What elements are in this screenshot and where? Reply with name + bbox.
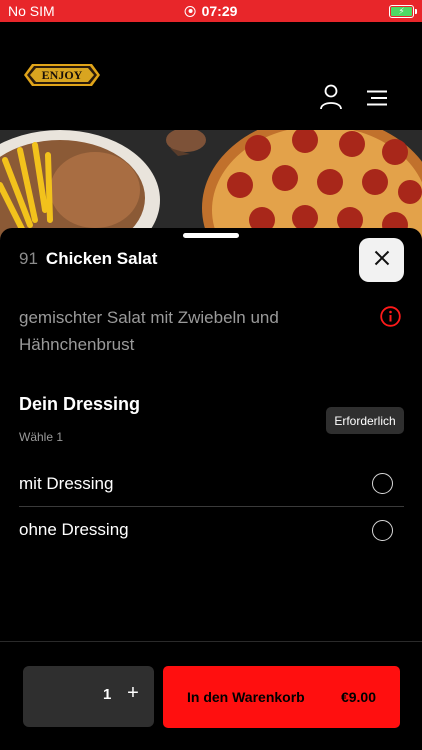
radio-button[interactable] (372, 473, 393, 494)
status-time-group: 07:29 (184, 3, 238, 19)
cart-bar: 1 + In den Warenkorb €9.00 (0, 641, 422, 750)
product-title-row: 91 Chicken Salat (19, 249, 157, 269)
product-description: gemischter Salat mit Zwiebeln und Hähnch… (19, 308, 279, 354)
app-header: ENJOY (0, 22, 422, 130)
radio-button[interactable] (372, 519, 393, 541)
enjoy-logo[interactable]: ENJOY (24, 62, 100, 88)
battery-icon: ⚡ (389, 4, 417, 18)
option-label: mit Dressing (19, 473, 114, 493)
status-time: 07:29 (201, 3, 238, 19)
option-group-title: Dein Dressing (19, 394, 141, 414)
required-badge: Erforderlich (326, 407, 404, 434)
info-icon[interactable] (380, 306, 401, 327)
status-bar: No SIM 07:29 ⚡ (0, 0, 422, 22)
product-number: 91 (19, 249, 38, 268)
add-to-cart-button[interactable]: In den Warenkorb €9.00 (163, 666, 400, 728)
product-name: Chicken Salat (45, 249, 158, 268)
battery-charging-icon: ⚡ (391, 6, 412, 16)
drag-handle[interactable] (183, 233, 239, 238)
option-mit-dressing[interactable]: mit Dressing (19, 461, 404, 507)
plus-button[interactable]: + (122, 682, 144, 704)
total-price: €9.00 (340, 689, 376, 705)
user-icon[interactable] (319, 84, 343, 110)
quantity-value: 1 (103, 686, 112, 703)
quantity-stepper: 1 + (23, 666, 154, 727)
option-label: ohne Dressing (19, 520, 129, 539)
option-ohne-dressing[interactable]: ohne Dressing (19, 507, 404, 553)
hero-food-image (0, 130, 422, 240)
add-to-cart-label: In den Warenkorb (187, 689, 305, 705)
screen-recording-icon (184, 5, 196, 17)
close-icon (374, 250, 390, 271)
logo-text: ENJOY (42, 68, 83, 82)
menu-icon[interactable] (366, 90, 388, 106)
close-button[interactable] (359, 238, 404, 282)
option-group-subtitle: Wähle 1 (19, 430, 64, 444)
